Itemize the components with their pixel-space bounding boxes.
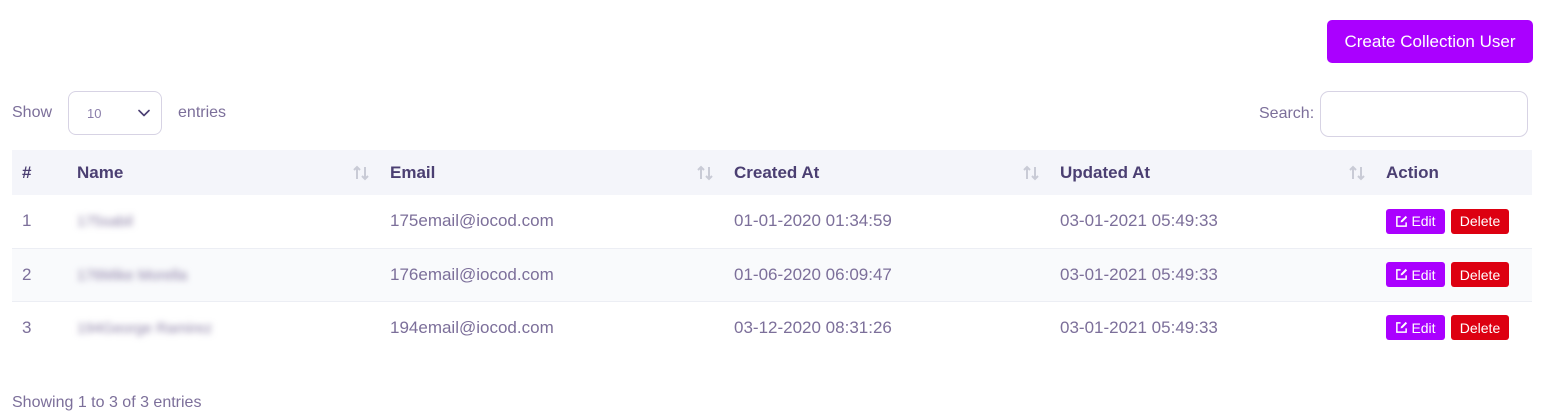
column-header-created-at[interactable]: Created At xyxy=(724,150,1050,195)
cell-name: 176Mike Morella xyxy=(77,266,188,284)
cell-number: 1 xyxy=(22,211,32,231)
column-header-number[interactable]: # xyxy=(12,150,67,195)
sort-arrows-icon xyxy=(1349,165,1365,180)
entries-length-control: Show 10 entries xyxy=(12,91,226,135)
cell-name: 175sabil xyxy=(77,213,133,231)
users-table: # Name Email Created At Updated At Actio… xyxy=(12,150,1532,354)
sort-arrows-icon xyxy=(353,165,369,180)
column-header-name[interactable]: Name xyxy=(67,150,380,195)
column-header-email[interactable]: Email xyxy=(380,150,724,195)
show-label: Show xyxy=(12,104,53,121)
sort-arrows-icon xyxy=(697,165,713,180)
edit-button[interactable]: Edit xyxy=(1386,262,1445,287)
cell-number: 3 xyxy=(12,300,67,354)
cell-action: Edit Delete xyxy=(1376,300,1532,354)
table-row: 1 175sabil 175email@iocod.com 01-01-2020… xyxy=(12,195,1532,248)
cell-number: 2 xyxy=(12,247,67,301)
edit-button[interactable]: Edit xyxy=(1386,208,1445,234)
search-input[interactable] xyxy=(1320,91,1529,137)
delete-button[interactable]: Delete xyxy=(1451,208,1509,234)
search-control: Search: xyxy=(1259,91,1529,137)
edit-square-icon xyxy=(1396,322,1408,334)
create-collection-user-button[interactable]: Create Collection User xyxy=(1327,20,1533,63)
edit-button[interactable]: Edit xyxy=(1386,315,1445,341)
cell-email: 176email@iocod.com xyxy=(380,247,724,301)
cell-created-at: 01-01-2020 01:34:59 xyxy=(734,211,892,231)
chevron-down-icon xyxy=(137,106,151,120)
search-label: Search: xyxy=(1259,105,1315,122)
column-header-action: Action xyxy=(1386,162,1439,182)
entries-per-page-value: 10 xyxy=(87,105,102,121)
table-row: 3 194George Ramirez 194email@iocod.com 0… xyxy=(12,300,1532,354)
sort-arrows-icon xyxy=(1023,165,1039,180)
cell-updated-at: 03-01-2021 05:49:33 xyxy=(1050,300,1376,354)
entries-per-page-select[interactable]: 10 xyxy=(68,91,163,135)
cell-created-at: 01-06-2020 06:09:47 xyxy=(724,247,1050,301)
cell-name: 194George Ramirez xyxy=(77,319,213,337)
cell-email: 175email@iocod.com xyxy=(390,211,554,231)
delete-button[interactable]: Delete xyxy=(1451,262,1509,287)
entries-label: entries xyxy=(178,104,227,121)
table-info-text: Showing 1 to 3 of 3 entries xyxy=(12,394,202,411)
edit-square-icon xyxy=(1396,215,1408,227)
cell-created-at: 03-12-2020 08:31:26 xyxy=(724,300,1050,354)
column-header-updated-at[interactable]: Updated At xyxy=(1050,150,1376,195)
table-header-row: # Name Email Created At Updated At Actio… xyxy=(12,150,1532,195)
cell-updated-at: 03-01-2021 05:49:33 xyxy=(1060,211,1218,231)
cell-updated-at: 03-01-2021 05:49:33 xyxy=(1050,247,1376,301)
table-row: 2 176Mike Morella 176email@iocod.com 01-… xyxy=(12,247,1532,301)
cell-action: Edit Delete xyxy=(1376,195,1532,248)
edit-square-icon xyxy=(1396,268,1408,280)
cell-action: Edit Delete xyxy=(1376,247,1532,301)
cell-email: 194email@iocod.com xyxy=(380,300,724,354)
delete-button[interactable]: Delete xyxy=(1451,315,1509,341)
